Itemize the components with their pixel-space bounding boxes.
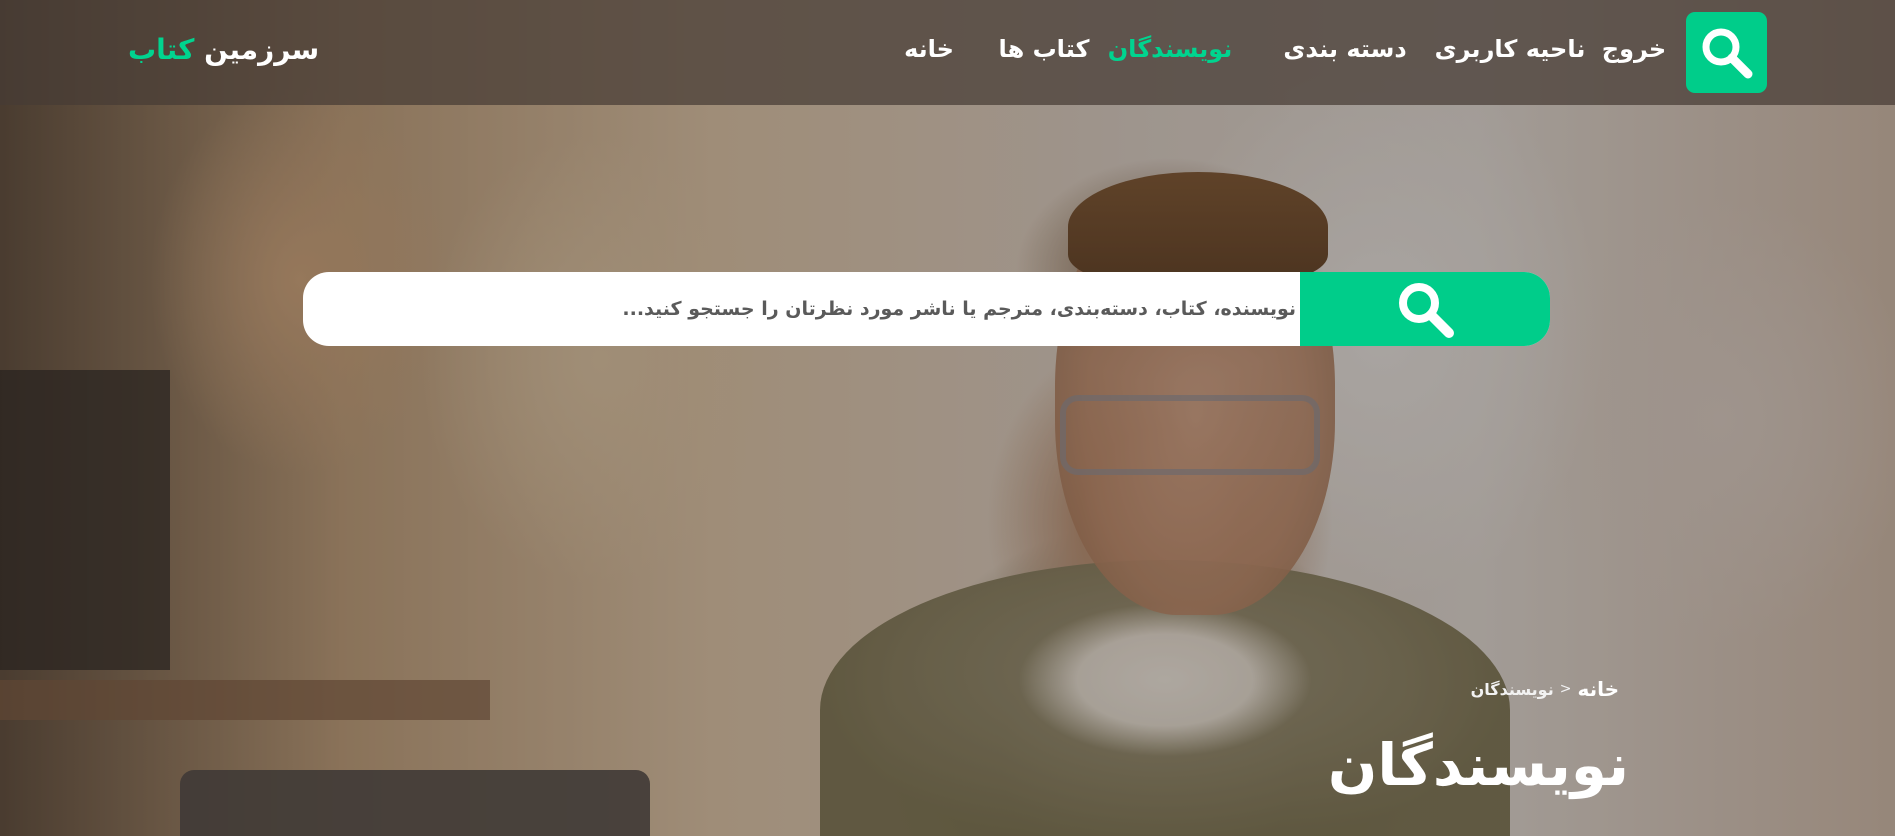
page-title: نویسندگان xyxy=(1327,731,1629,799)
top-navbar: خروج ناحیه کاربری دسته بندی نویسندگان کت… xyxy=(0,0,1895,105)
breadcrumb: خانه < نویسندگان xyxy=(1471,676,1619,702)
breadcrumb-separator: < xyxy=(1559,681,1572,697)
search-icon xyxy=(1399,283,1454,338)
hero-overlay xyxy=(0,0,1895,836)
nav-item-user-area[interactable]: ناحیه کاربری xyxy=(1435,32,1586,66)
breadcrumb-home-link[interactable]: خانه xyxy=(1577,677,1619,701)
brand-logo[interactable]: سرزمین کتاب xyxy=(128,30,319,70)
nav-item-books[interactable]: کتاب ها xyxy=(999,32,1090,66)
brand-accent: کتاب xyxy=(128,33,195,66)
nav-item-logout[interactable]: خروج xyxy=(1602,32,1666,66)
nav-item-home[interactable]: خانه xyxy=(904,32,954,66)
nav-search-button[interactable] xyxy=(1686,12,1767,93)
breadcrumb-current: نویسندگان xyxy=(1470,679,1554,699)
search-input[interactable] xyxy=(303,272,1300,346)
nav-item-categories[interactable]: دسته بندی xyxy=(1283,32,1406,66)
search-icon xyxy=(1702,28,1752,78)
nav-item-authors[interactable]: نویسندگان xyxy=(1108,32,1233,66)
hero-search-bar xyxy=(303,272,1550,346)
brand-name: سرزمین xyxy=(204,33,320,66)
search-submit-button[interactable] xyxy=(1300,272,1550,346)
